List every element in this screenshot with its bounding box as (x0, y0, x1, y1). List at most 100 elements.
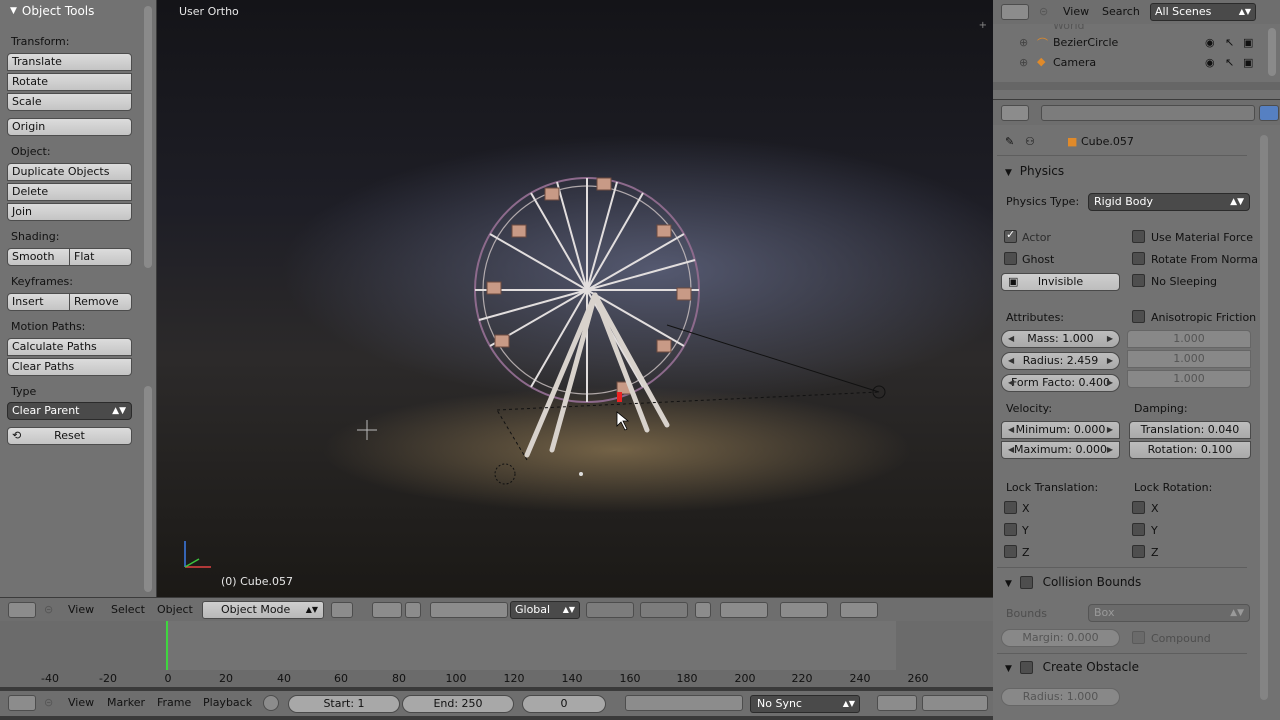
view-menu[interactable]: View (68, 696, 94, 709)
render-icon[interactable] (840, 602, 878, 618)
scale-button[interactable]: Scale (7, 93, 132, 111)
properties-scrollbar[interactable] (1260, 135, 1268, 700)
eye-icon[interactable]: ◉ (1205, 56, 1215, 69)
editor-type-icon[interactable] (8, 602, 36, 618)
decrement-arrow-icon[interactable]: ◀ (1008, 331, 1014, 347)
increment-arrow-icon[interactable]: ▶ (1107, 353, 1113, 369)
translate-button[interactable]: Translate (7, 53, 132, 71)
menu-toggle-icon[interactable]: ⊝ (44, 603, 53, 616)
end-frame-field[interactable]: End: 250 (402, 695, 514, 713)
editor-type-icon[interactable] (1001, 4, 1029, 20)
physics-panel-header[interactable]: ▼ Physics (1005, 164, 1255, 186)
create-obstacle-panel-header[interactable]: ▼ Create Obstacle (1005, 660, 1255, 682)
proportional-edit-icon[interactable] (720, 602, 768, 618)
start-frame-field[interactable]: Start: 1 (288, 695, 400, 713)
decrement-arrow-icon[interactable]: ◀ (1008, 353, 1014, 369)
radius-field[interactable]: ◀ Radius: 2.459 ▶ (1001, 352, 1120, 370)
translation-damping-field[interactable]: Translation: 0.040 (1129, 421, 1251, 439)
collision-bounds-checkbox[interactable] (1019, 576, 1033, 589)
current-frame-marker[interactable] (166, 621, 168, 670)
smooth-button[interactable]: Smooth (7, 248, 70, 266)
lock-translation-z-checkbox[interactable] (1004, 545, 1017, 558)
snap-icon[interactable] (780, 602, 828, 618)
editor-type-icon[interactable] (1001, 105, 1029, 121)
manipulator-toggle-icon[interactable] (405, 602, 421, 618)
create-obstacle-checkbox[interactable] (1019, 661, 1033, 674)
view-menu[interactable]: View (68, 603, 94, 616)
physics-type-select[interactable]: Rigid Body ▲▼ (1088, 193, 1250, 211)
increment-arrow-icon[interactable]: ▶ (1107, 331, 1113, 347)
lock-rotation-z-checkbox[interactable] (1132, 545, 1145, 558)
increment-arrow-icon[interactable]: ▶ (1107, 442, 1113, 458)
calculate-paths-button[interactable]: Calculate Paths (7, 338, 132, 356)
rotation-damping-field[interactable]: Rotation: 0.100 (1129, 441, 1251, 459)
pivot-point-icon[interactable] (372, 602, 402, 618)
type-select[interactable]: Clear Parent ▲▼ (7, 402, 132, 420)
properties-context-tabs-icon[interactable] (1041, 105, 1255, 121)
object-menu[interactable]: Object (157, 603, 193, 616)
eye-icon[interactable]: ◉ (1205, 36, 1215, 49)
actor-checkbox[interactable] (1004, 228, 1017, 243)
join-button[interactable]: Join (7, 203, 132, 221)
playback-controls-icon[interactable] (625, 695, 743, 711)
layers-grid-icon[interactable] (640, 602, 688, 618)
decrement-arrow-icon[interactable]: ◀ (1008, 442, 1014, 458)
outliner-scrollbar[interactable] (1268, 28, 1276, 76)
3d-viewport[interactable]: User Ortho + (0) Cube.057 (157, 0, 993, 597)
invisible-toggle[interactable]: ▣ Invisible (1001, 273, 1120, 291)
marker-menu[interactable]: Marker (107, 696, 145, 709)
remove-keyframe-button[interactable]: Remove (69, 293, 132, 311)
menu-toggle-icon[interactable]: ⊝ (44, 696, 53, 709)
anisotropic-friction-checkbox[interactable] (1132, 310, 1145, 323)
sync-select[interactable]: No Sync ▲▼ (750, 695, 860, 713)
frame-menu[interactable]: Frame (157, 696, 191, 709)
insert-keyframe-button[interactable]: Insert (7, 293, 70, 311)
tool-shelf-scrollbar-lower[interactable] (144, 386, 152, 592)
collision-bounds-panel-header[interactable]: ▼ Collision Bounds (1005, 575, 1255, 597)
editor-type-icon[interactable] (8, 695, 36, 711)
velocity-min-field[interactable]: ◀ Minimum: 0.000 ▶ (1001, 421, 1120, 439)
cursor-select-icon[interactable]: ↖ (1225, 56, 1234, 69)
margin-field[interactable]: Margin: 0.000 (1001, 629, 1120, 647)
increment-arrow-icon[interactable]: ▶ (1107, 422, 1113, 438)
timeline-editor[interactable]: -40 -20 0 20 40 60 80 100 120 140 160 18… (0, 621, 993, 687)
lock-rotation-y-checkbox[interactable] (1132, 523, 1145, 536)
outliner[interactable]: World ⊕ ⌒ BezierCircle ◉ ↖ ▣ ⊕ ◆ Camera … (993, 24, 1280, 99)
duplicate-objects-button[interactable]: Duplicate Objects (7, 163, 132, 181)
rotate-from-normal-checkbox[interactable] (1132, 252, 1145, 265)
scenes-select[interactable]: All Scenes ▲▼ (1150, 3, 1256, 21)
render-camera-icon[interactable]: ▣ (1243, 36, 1253, 49)
record-icon[interactable] (877, 695, 917, 711)
rotate-button[interactable]: Rotate (7, 73, 132, 91)
expand-icon[interactable]: ⊕ (1019, 36, 1028, 49)
use-material-force-checkbox[interactable] (1132, 230, 1145, 243)
current-frame-field[interactable]: 0 (522, 695, 606, 713)
orientation-select[interactable]: Global ▲▼ (510, 601, 580, 619)
mass-field[interactable]: ◀ Mass: 1.000 ▶ (1001, 330, 1120, 348)
bounds-select[interactable]: Box ▲▼ (1088, 604, 1250, 622)
cursor-select-icon[interactable]: ↖ (1225, 36, 1234, 49)
select-menu[interactable]: Select (111, 603, 145, 616)
object-tools-header[interactable]: ▼ Object Tools (0, 0, 156, 22)
expand-icon[interactable]: ⊕ (1019, 56, 1028, 69)
keying-set-icon[interactable] (263, 695, 279, 711)
decrement-arrow-icon[interactable]: ◀ (1008, 422, 1014, 438)
compound-checkbox[interactable] (1132, 631, 1145, 644)
lock-rotation-x-checkbox[interactable] (1132, 501, 1145, 514)
layer-lock-icon[interactable] (695, 602, 711, 618)
physics-tab-icon[interactable] (1259, 105, 1279, 121)
menu-toggle-icon[interactable]: ⊝ (1039, 5, 1048, 18)
lock-translation-x-checkbox[interactable] (1004, 501, 1017, 514)
increment-arrow-icon[interactable]: ▶ (1107, 375, 1113, 391)
outliner-hscroll[interactable] (993, 82, 1280, 90)
lock-translation-y-checkbox[interactable] (1004, 523, 1017, 536)
timeline-ruler[interactable]: -40 -20 0 20 40 60 80 100 120 140 160 18… (0, 670, 993, 687)
velocity-max-field[interactable]: ◀ Maximum: 0.000 ▶ (1001, 441, 1120, 459)
layers-grid-icon[interactable] (586, 602, 634, 618)
decrement-arrow-icon[interactable]: ◀ (1008, 375, 1014, 391)
outliner-search-menu[interactable]: Search (1102, 5, 1140, 18)
playback-menu[interactable]: Playback (203, 696, 252, 709)
outliner-row[interactable]: ⊕ ◆ Camera ◉ ↖ ▣ (993, 53, 1280, 73)
keying-icon[interactable] (922, 695, 988, 711)
pin-icon[interactable]: ✎ (1005, 135, 1014, 148)
